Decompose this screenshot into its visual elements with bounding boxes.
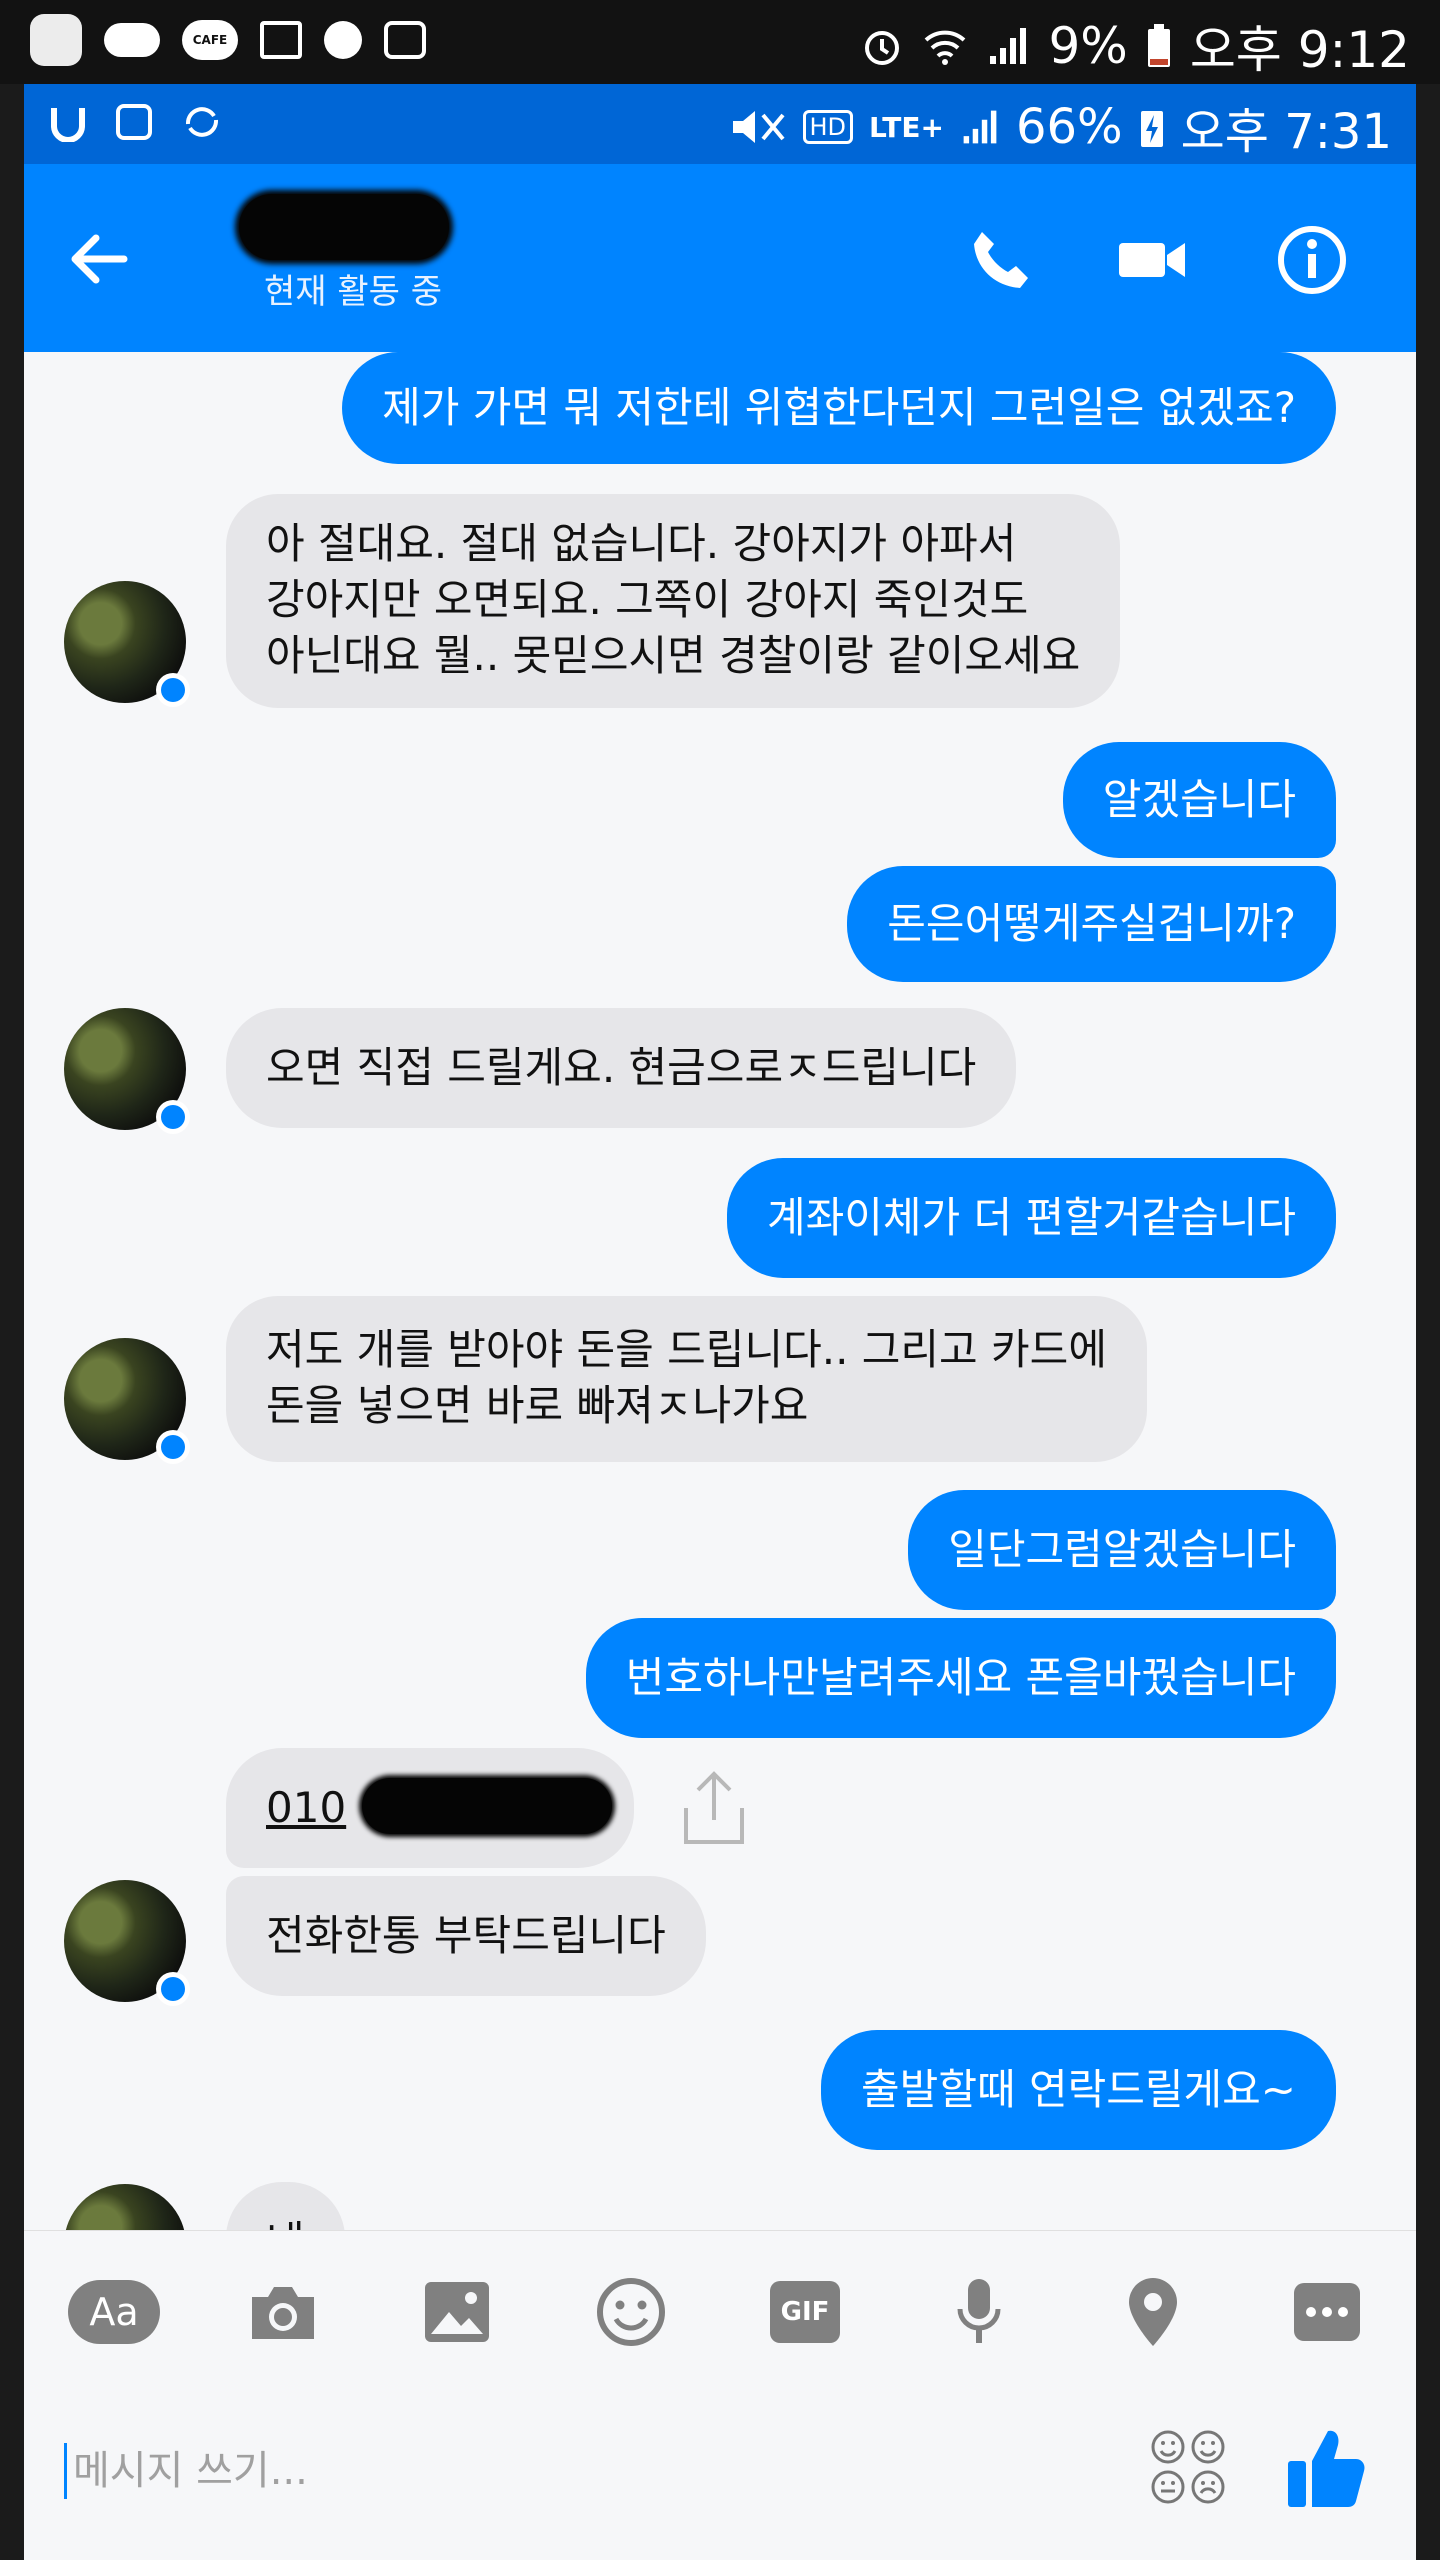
sync-icon [186, 107, 218, 137]
voice-button[interactable] [934, 2267, 1024, 2357]
composer: Aa GIF [24, 2230, 1416, 2560]
u-plus-icon [51, 108, 85, 142]
emoji-button[interactable] [586, 2267, 676, 2357]
contact-avatar[interactable] [64, 1338, 190, 1464]
active-status: 현재 활동 중 [264, 272, 443, 312]
message-outgoing[interactable]: 알겠습니다 [1062, 742, 1336, 858]
location-button[interactable] [1108, 2267, 1198, 2357]
gallery-button[interactable] [412, 2267, 502, 2357]
voice-call-button[interactable] [964, 222, 1040, 298]
message-incoming[interactable]: 저도 개를 받아야 돈을 드립니다.. 그리고 카드에 돈을 넣으면 바로 빠져… [226, 1296, 1147, 1462]
composer-toolbar: Aa GIF [24, 2267, 1416, 2357]
messenger-badge-icon [156, 1972, 190, 2006]
message-incoming[interactable]: 오면 직접 드릴게요. 현금으로ㅈ드립니다 [226, 1008, 1017, 1128]
text-format-button[interactable]: Aa [64, 2267, 164, 2357]
messenger-screen: HD LTE+ 66% 오후 7:31 현재 활동 중 제가 가면 뭐 저한테 … [24, 84, 1416, 2560]
charging-battery-icon [1140, 111, 1163, 147]
u-plus-icon [30, 14, 82, 66]
message-outgoing[interactable]: 일단그럼알겠습니다 [908, 1490, 1336, 1610]
stickers-icon[interactable] [1148, 2427, 1228, 2507]
cloud-icon [104, 23, 160, 57]
cafe-icon: CAFE [182, 20, 238, 60]
video-call-button[interactable] [1114, 222, 1190, 298]
messenger-badge-icon [156, 1100, 190, 1134]
dot-icon [324, 21, 362, 59]
message-outgoing[interactable]: 출발할때 연락드릴게요~ [821, 2030, 1336, 2150]
message-outgoing[interactable]: 번호하나만날려주세요 폰을바꿨습니다 [585, 1618, 1336, 1738]
more-icon [1294, 2283, 1360, 2341]
messenger-badge-icon [156, 1430, 190, 1464]
battery-percent: 66% [1015, 99, 1123, 155]
message-outgoing[interactable]: 돈은어떻게주실겁니까? [847, 866, 1336, 982]
camera-icon [252, 2287, 314, 2339]
contact-avatar[interactable] [64, 1880, 190, 2006]
gallery-icon [116, 104, 152, 140]
message-thread: 제가 가면 뭐 저한테 위협한다던지 그런일은 없겠죠? 아 절대요. 절대 없… [24, 352, 1416, 2230]
message-line: 저도 개를 받아야 돈을 드립니다.. 그리고 카드에 [266, 1325, 1107, 1374]
hd-badge: HD [802, 110, 854, 144]
message-line: 돈을 넣으면 바로 빠져ㅈ나가요 [266, 1381, 809, 1430]
input-row [24, 2409, 1416, 2529]
mute-icon [732, 111, 785, 143]
contact-avatar[interactable] [64, 1008, 190, 1134]
thumbs-up-icon[interactable] [1286, 2423, 1368, 2509]
phone-icon [974, 232, 1028, 288]
image-icon [425, 2282, 489, 2342]
message-incoming[interactable]: 네 [226, 2182, 345, 2230]
contact-avatar[interactable] [64, 581, 190, 707]
alarm-icon [865, 31, 900, 65]
microphone-icon [957, 2279, 1001, 2343]
network-type: LTE+ [869, 110, 944, 144]
message-outgoing[interactable]: 계좌이체가 더 편할거같습니다 [726, 1158, 1336, 1278]
contact-avatar[interactable] [64, 2184, 186, 2230]
signal-icon [990, 28, 1027, 64]
share-icon[interactable] [678, 1768, 750, 1848]
device-battery-percent: 9% [1048, 17, 1128, 75]
aa-icon: Aa [68, 2280, 160, 2344]
phone-number-link[interactable]: 010 [266, 1783, 346, 1832]
message-line: 아닌대요 뭘.. 못믿으시면 경찰이랑 같이오세요 [266, 631, 1081, 680]
signal-icon [963, 110, 997, 144]
messenger-badge-icon [156, 673, 190, 707]
message-incoming[interactable]: 아 절대요. 절대 없습니다. 강아지가 아파서 강아지만 오면되요. 그쪽이 … [226, 494, 1121, 708]
message-line: 아 절대요. 절대 없습니다. 강아지가 아파서 [266, 519, 1017, 568]
video-camera-icon [1119, 243, 1185, 277]
camera-button[interactable] [238, 2267, 328, 2357]
redacted-contact-name [239, 194, 449, 260]
inner-status-bar: HD LTE+ 66% 오후 7:31 [24, 84, 1416, 164]
conversation-header: 현재 활동 중 [24, 164, 1416, 352]
gif-button[interactable]: GIF [760, 2267, 850, 2357]
time: 오후 7:31 [1180, 104, 1392, 160]
info-button[interactable] [1274, 222, 1350, 298]
more-button[interactable] [1282, 2267, 1372, 2357]
battery-icon [1147, 24, 1170, 67]
device-status-bar: CAFE 9% 오후 9:12 [0, 0, 1440, 84]
info-icon [1278, 226, 1346, 294]
gallery-icon [260, 21, 302, 59]
redacted-phone-number [362, 1778, 612, 1834]
device-time: 오후 9:12 [1189, 21, 1410, 79]
notification-icons: CAFE [30, 14, 426, 66]
smiley-icon [597, 2278, 665, 2346]
briefcase-icon [384, 21, 426, 59]
back-arrow-icon[interactable] [64, 224, 134, 294]
location-pin-icon [1129, 2278, 1177, 2346]
message-line: 강아지만 오면되요. 그쪽이 강아지 죽인것도 [266, 575, 1029, 624]
gif-icon: GIF [770, 2281, 840, 2343]
message-incoming[interactable]: 전화한통 부탁드립니다 [226, 1876, 706, 1996]
message-input[interactable] [64, 2443, 673, 2499]
message-outgoing[interactable]: 제가 가면 뭐 저한테 위협한다던지 그런일은 없겠죠? [342, 352, 1336, 464]
wifi-icon [925, 30, 966, 65]
